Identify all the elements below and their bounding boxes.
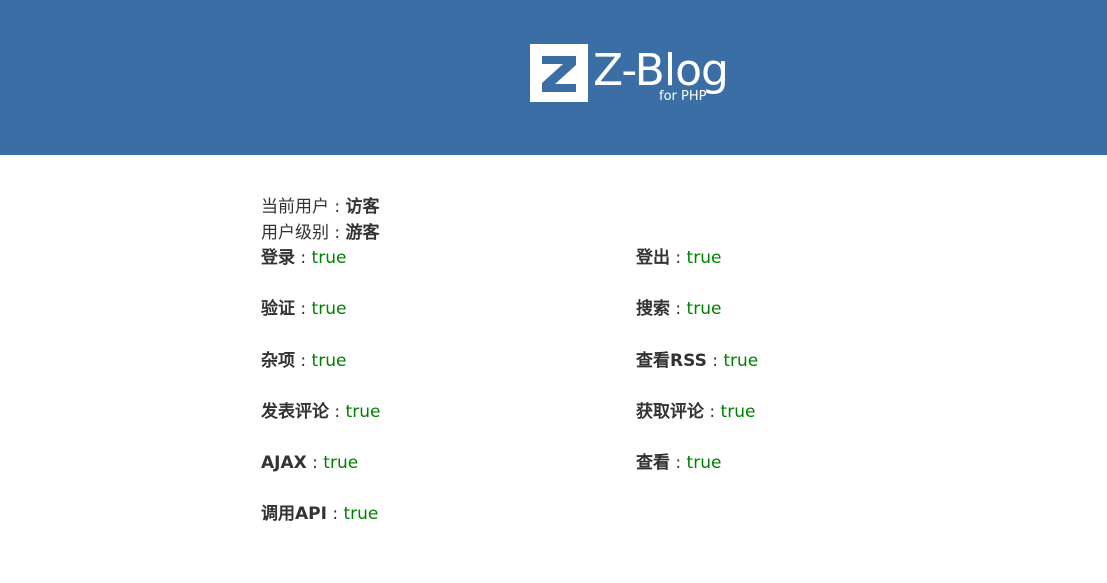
current-user-label: 当前用户 [261, 197, 329, 217]
separator: : [329, 223, 346, 243]
user-level-line: 用户级别 : 游客 [261, 220, 1021, 246]
permission-value: true [686, 248, 722, 268]
permission-label: 发表评论 [261, 402, 329, 422]
permission-label: 登录 [261, 248, 295, 268]
current-user-line: 当前用户 : 访客 [261, 194, 1021, 220]
permission-value: true [311, 248, 347, 268]
site-header: Z-Blog for PHP [0, 0, 1107, 155]
logo-subtitle: for PHP [659, 89, 707, 104]
permission-value: true [311, 299, 347, 319]
permission-item-post-comment: 发表评论 : true [261, 400, 380, 424]
permission-value: true [720, 402, 756, 422]
separator: : [306, 453, 324, 473]
permission-item-search: 搜索 : true [636, 297, 721, 321]
separator: : [295, 299, 312, 319]
permission-panel: 当前用户 : 访客 用户级别 : 游客 登录 : true 登出 : true … [261, 194, 1021, 524]
permission-value: true [723, 351, 759, 371]
user-level-label: 用户级别 [261, 223, 329, 243]
permission-label: 查看RSS [636, 351, 707, 371]
permission-item-logout: 登出 : true [636, 246, 721, 270]
z-letter-icon [542, 56, 576, 92]
permission-value: true [323, 453, 359, 473]
separator: : [326, 504, 344, 524]
permission-label: 杂项 [261, 351, 295, 371]
permission-item-view: 查看 : true [636, 451, 721, 475]
separator: : [295, 248, 312, 268]
current-user-value: 访客 [345, 197, 380, 217]
separator: : [670, 299, 687, 319]
permission-label: 查看 [636, 453, 670, 473]
separator: : [329, 197, 346, 217]
separator: : [670, 248, 687, 268]
permission-value: true [686, 453, 722, 473]
permission-item-call-api: 调用API : true [261, 502, 378, 526]
permission-label: 获取评论 [636, 402, 704, 422]
permission-label: 调用API [261, 504, 327, 524]
permission-item-verify: 验证 : true [261, 297, 346, 321]
permission-label: 搜索 [636, 299, 670, 319]
permission-item-get-comment: 获取评论 : true [636, 400, 755, 424]
permission-value: true [343, 504, 379, 524]
permission-value: true [345, 402, 381, 422]
permission-item-login: 登录 : true [261, 246, 346, 270]
permission-item-view-rss: 查看RSS : true [636, 349, 758, 373]
permission-value: true [686, 299, 722, 319]
permission-label: 登出 [636, 248, 670, 268]
separator: : [295, 351, 312, 371]
separator: : [706, 351, 724, 371]
permission-value: true [311, 351, 347, 371]
permission-label: AJAX [261, 453, 307, 473]
logo-mark [530, 44, 588, 102]
permission-label: 验证 [261, 299, 295, 319]
permission-item-misc: 杂项 : true [261, 349, 346, 373]
permission-item-ajax: AJAX : true [261, 451, 358, 475]
separator: : [670, 453, 687, 473]
separator: : [704, 402, 721, 422]
user-level-value: 游客 [345, 223, 380, 243]
separator: : [329, 402, 346, 422]
